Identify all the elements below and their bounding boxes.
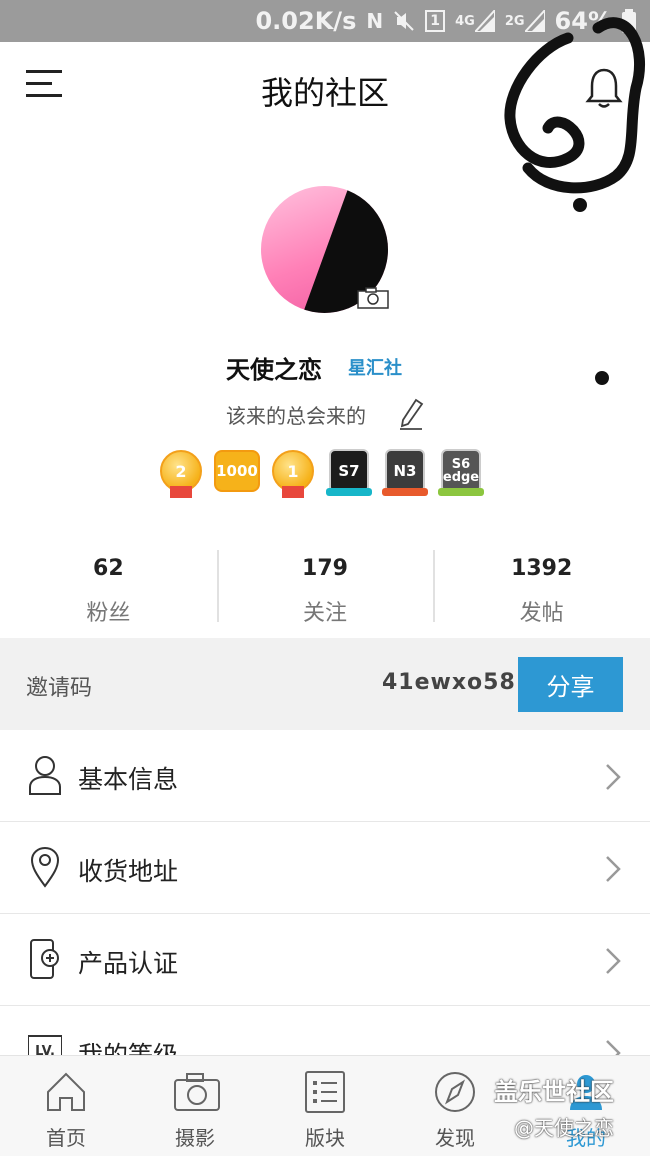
anniversary-medal-badge[interactable]: 2 bbox=[158, 446, 204, 498]
phone-add-icon bbox=[28, 938, 62, 980]
list-item-shipping-address[interactable]: 收货地址 bbox=[0, 822, 650, 914]
signal-4g-icon: 4G bbox=[455, 10, 495, 32]
badge-row: 2 1000 1 S7 N3 S6 edge bbox=[158, 446, 484, 498]
tab-boards[interactable]: 版块 bbox=[275, 1056, 375, 1156]
user-icon bbox=[28, 754, 62, 796]
ribbon bbox=[282, 486, 304, 498]
location-pin-icon bbox=[28, 846, 62, 888]
user-name: 天使之恋 bbox=[226, 356, 322, 384]
list-item-label: 产品认证 bbox=[78, 949, 179, 978]
chevron-right-icon bbox=[604, 854, 622, 884]
board-list-icon bbox=[303, 1070, 347, 1114]
device-icon: S6 edge bbox=[441, 449, 481, 493]
badge-strip bbox=[438, 488, 484, 496]
invite-code: 41ewxo58 bbox=[382, 670, 516, 695]
device-icon: S7 bbox=[329, 449, 369, 493]
list-item-basic-info[interactable]: 基本信息 bbox=[0, 730, 650, 822]
badge-strip bbox=[382, 488, 428, 496]
my-community-page: 0.02K/s N 1 4G 2G 64% 我的社区 天使之恋 星汇社 该来的总… bbox=[0, 0, 650, 1156]
stat-value: 1392 bbox=[511, 556, 573, 581]
device-icon: N3 bbox=[385, 449, 425, 493]
battery-icon bbox=[622, 9, 636, 33]
tab-home[interactable]: 首页 bbox=[16, 1056, 116, 1156]
ribbon bbox=[170, 486, 192, 498]
status-bar: 0.02K/s N 1 4G 2G 64% bbox=[0, 0, 650, 42]
list-item-product-certification[interactable]: 产品认证 bbox=[0, 914, 650, 1006]
anniversary-medal-badge[interactable]: 1 bbox=[270, 446, 316, 498]
device-s6-edge-badge[interactable]: S6 edge bbox=[438, 446, 484, 496]
stat-posts[interactable]: 1392 发帖 bbox=[433, 546, 650, 626]
signal-2g-icon: 2G bbox=[505, 10, 545, 32]
camera-icon bbox=[173, 1070, 220, 1114]
stats-row: 62 粉丝 179 关注 1392 发帖 bbox=[0, 546, 650, 626]
tab-photography[interactable]: 摄影 bbox=[145, 1056, 245, 1156]
stat-following[interactable]: 179 关注 bbox=[216, 546, 434, 626]
tab-label: 发现 bbox=[435, 1126, 475, 1150]
sim-badge: 1 bbox=[425, 10, 446, 32]
rank-badge-icon: 1000 bbox=[214, 450, 260, 492]
share-button[interactable]: 分享 bbox=[518, 657, 623, 712]
bio-row: 该来的总会来的 bbox=[226, 398, 424, 434]
group-tag[interactable]: 星汇社 bbox=[348, 354, 402, 380]
stat-value: 62 bbox=[93, 556, 124, 581]
badge-strip bbox=[326, 488, 372, 496]
watermark-user: @天使之恋 bbox=[514, 1116, 614, 1140]
tab-label: 首页 bbox=[46, 1126, 86, 1150]
page-title: 我的社区 bbox=[260, 74, 389, 112]
chevron-right-icon bbox=[604, 762, 622, 792]
stat-label: 关注 bbox=[303, 601, 348, 626]
nfc-icon: N bbox=[366, 9, 384, 33]
camera-icon[interactable] bbox=[357, 287, 389, 309]
vibrate-mute-icon bbox=[393, 10, 415, 32]
tab-label: 版块 bbox=[305, 1126, 345, 1150]
battery-level: 64% bbox=[554, 7, 612, 35]
device-edge-label: edge bbox=[442, 470, 480, 485]
profile-name-row: 天使之恋 星汇社 bbox=[0, 350, 650, 386]
settings-list: 基本信息 收货地址 产品认证 LV. bbox=[0, 730, 650, 1098]
tab-discover[interactable]: 发现 bbox=[405, 1056, 505, 1156]
list-item-label: 收货地址 bbox=[78, 857, 179, 886]
device-n3-badge[interactable]: N3 bbox=[382, 446, 428, 496]
device-s7-badge[interactable]: S7 bbox=[326, 446, 372, 496]
chevron-right-icon bbox=[604, 946, 622, 976]
list-item-label: 基本信息 bbox=[78, 765, 179, 794]
stat-label: 粉丝 bbox=[86, 601, 131, 626]
compass-icon bbox=[433, 1070, 477, 1114]
scribble-dot bbox=[573, 198, 587, 212]
stat-label: 发帖 bbox=[519, 601, 564, 626]
stat-value: 179 bbox=[302, 556, 348, 581]
bell-icon[interactable] bbox=[584, 66, 624, 110]
app-header: 我的社区 bbox=[0, 42, 650, 134]
tab-label: 摄影 bbox=[175, 1126, 215, 1150]
rank-1000-badge[interactable]: 1000 bbox=[214, 446, 260, 496]
invite-label: 邀请码 bbox=[26, 676, 93, 701]
stat-fans[interactable]: 62 粉丝 bbox=[0, 546, 217, 626]
invite-code-bar: 邀请码 41ewxo58 分享 bbox=[0, 638, 650, 730]
home-icon bbox=[44, 1070, 88, 1114]
pencil-edit-icon[interactable] bbox=[398, 398, 424, 430]
user-bio: 该来的总会来的 bbox=[226, 404, 366, 428]
network-speed: 0.02K/s bbox=[255, 7, 357, 35]
watermark-site: 盖乐世社区 bbox=[494, 1078, 614, 1106]
